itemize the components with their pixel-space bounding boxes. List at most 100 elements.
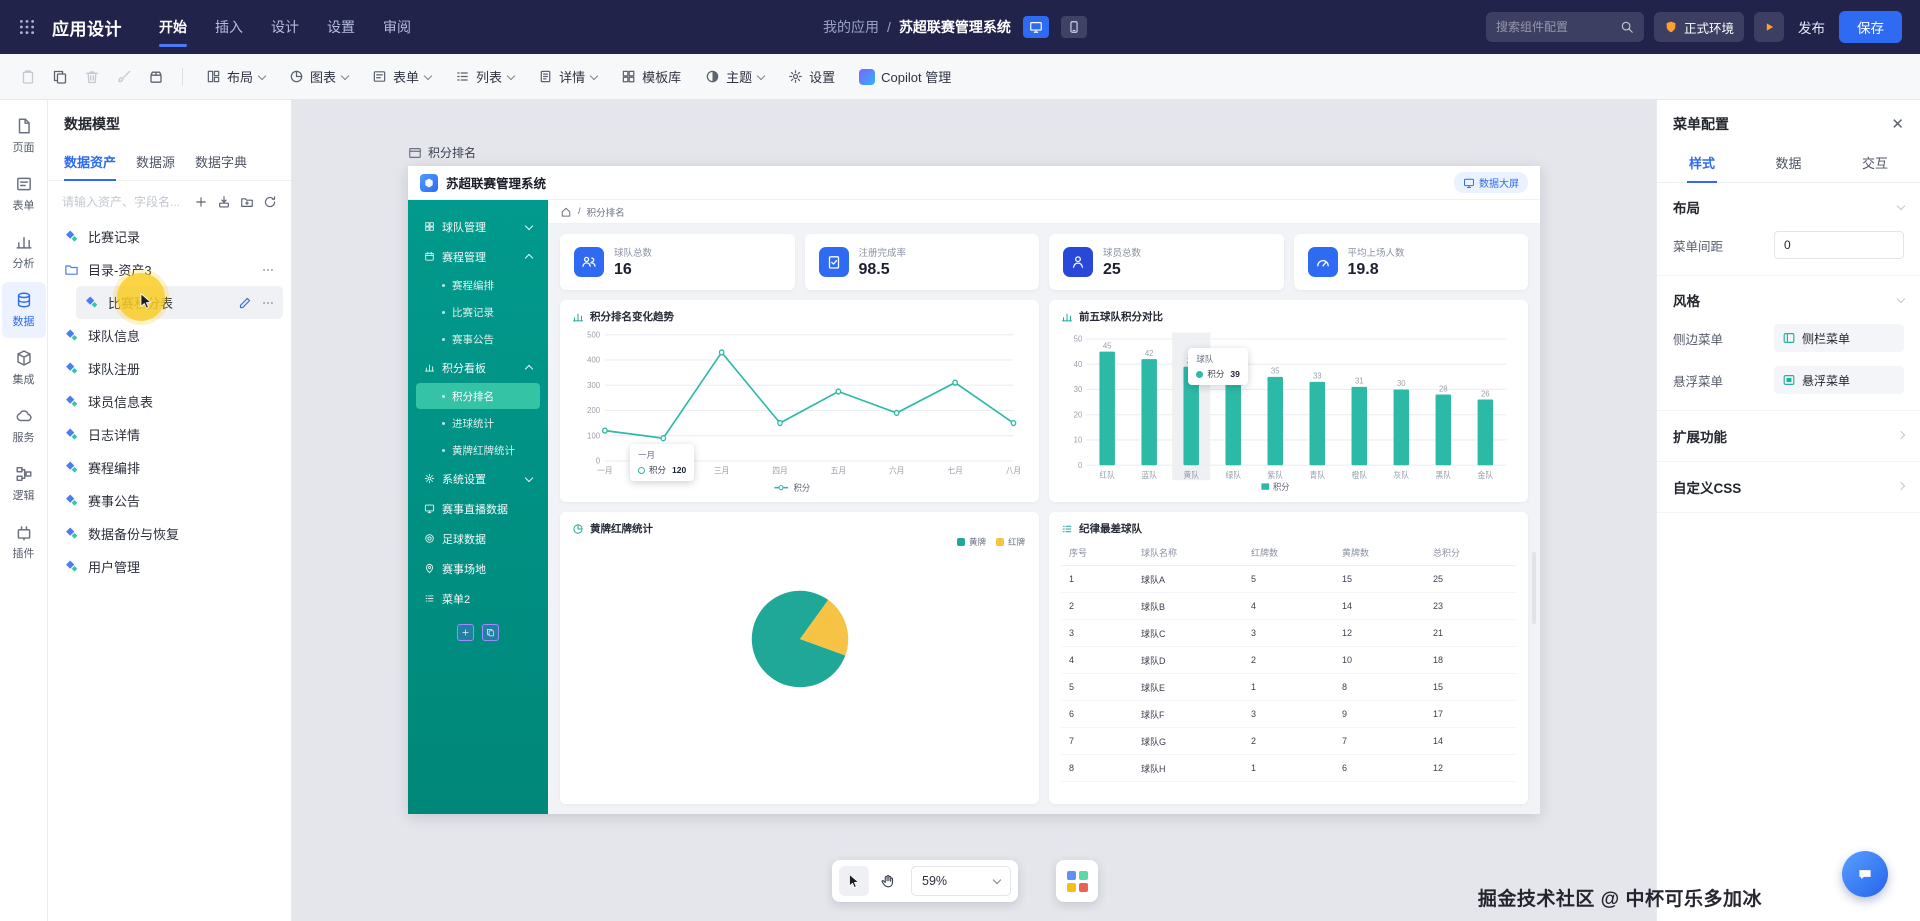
copy-button[interactable]: [46, 63, 74, 91]
table-row[interactable]: 4球队D21018: [1061, 647, 1516, 674]
add-folder-icon[interactable]: [240, 195, 254, 209]
table-row[interactable]: 5球队E1815: [1061, 674, 1516, 701]
toolbar-group-1[interactable]: 图表: [278, 61, 359, 93]
page-tab[interactable]: 积分排名: [408, 144, 476, 161]
discipline-table-card[interactable]: 纪律最差球队 序号球队名称红牌数黄牌数总积分1球队A515252球队B41423…: [1049, 512, 1528, 804]
clear-button[interactable]: [142, 63, 170, 91]
tree-item-10[interactable]: 用户管理: [56, 550, 283, 583]
app-menu-item-4[interactable]: 赛事直播数据: [416, 494, 540, 523]
toolbar-group-2[interactable]: 表单: [361, 61, 442, 93]
config-tab-0[interactable]: 样式: [1687, 144, 1717, 182]
bar-chart-card[interactable]: 前五球队积分对比 0102030405045红队42蓝队39黄队37绿队35紫队…: [1049, 300, 1528, 502]
data-screen-badge[interactable]: 数据大屏: [1454, 172, 1528, 193]
scrollbar[interactable]: [1532, 552, 1536, 624]
publish-button[interactable]: 发布: [1794, 17, 1829, 37]
rail-item-7[interactable]: 插件: [2, 514, 46, 570]
config-tab-2[interactable]: 交互: [1860, 144, 1890, 182]
toolbar-group-8[interactable]: Copilot 管理: [848, 61, 962, 93]
config-tab-1[interactable]: 数据: [1773, 144, 1803, 182]
add-asset-icon[interactable]: [194, 195, 208, 209]
topbar-menu-1[interactable]: 插入: [202, 0, 256, 54]
mobile-preview-icon[interactable]: [1067, 20, 1081, 34]
app-menu-sub-1-0[interactable]: 赛程编排: [416, 272, 540, 298]
chat-button[interactable]: [1842, 851, 1888, 897]
float-menu-select[interactable]: 悬浮菜单: [1774, 366, 1904, 394]
toolbar-group-7[interactable]: 设置: [777, 61, 846, 93]
import-asset-icon[interactable]: [217, 195, 231, 209]
app-menu-item-2[interactable]: 积分看板: [416, 353, 540, 382]
toolbar-group-4[interactable]: 详情: [527, 61, 608, 93]
tree-item-4[interactable]: 球队注册: [56, 352, 283, 385]
toolbar-group-6[interactable]: 主题: [694, 61, 775, 93]
env-badge[interactable]: 正式环境: [1654, 12, 1744, 42]
format-brush-button[interactable]: [110, 63, 138, 91]
app-sidebar-menu[interactable]: 球队管理赛程管理赛程编排比赛记录赛事公告积分看板积分排名进球统计黄牌红牌统计系统…: [408, 200, 548, 814]
extensions-link[interactable]: 扩展功能: [1657, 411, 1920, 462]
my-apps-link[interactable]: 我的应用: [823, 17, 879, 37]
table-row[interactable]: 1球队A51525: [1061, 566, 1516, 593]
tree-item-2[interactable]: 比赛积分表: [76, 286, 283, 319]
app-menu-item-7[interactable]: 菜单2: [416, 584, 540, 613]
topbar-menu-0[interactable]: 开始: [146, 0, 200, 54]
app-menu-sub-2-2[interactable]: 黄牌红牌统计: [416, 437, 540, 463]
stat-card-1[interactable]: 注册完成率98.5: [805, 234, 1040, 290]
custom-css-link[interactable]: 自定义CSS: [1657, 462, 1920, 513]
toolbar-group-3[interactable]: 列表: [444, 61, 525, 93]
tree-item-1[interactable]: 目录-资产3: [56, 253, 283, 286]
legend-item[interactable]: 红牌: [996, 536, 1025, 548]
edit-button[interactable]: [238, 296, 252, 310]
app-menu-sub-1-1[interactable]: 比赛记录: [416, 299, 540, 325]
tree-item-9[interactable]: 数据备份与恢复: [56, 517, 283, 550]
tree-item-8[interactable]: 赛事公告: [56, 484, 283, 517]
rail-item-0[interactable]: 页面: [2, 108, 46, 164]
table-row[interactable]: 3球队C31221: [1061, 620, 1516, 647]
layout-section-header[interactable]: 布局: [1673, 197, 1904, 217]
close-icon[interactable]: ✕: [1891, 115, 1904, 133]
model-tab-1[interactable]: 数据源: [136, 144, 175, 180]
refresh-icon[interactable]: [263, 195, 277, 209]
style-section-header[interactable]: 风格: [1673, 290, 1904, 310]
menu-gap-input[interactable]: 0: [1774, 231, 1904, 259]
apps-grid-icon[interactable]: [18, 18, 36, 36]
copy-component-button[interactable]: [482, 624, 499, 641]
rail-item-1[interactable]: 表单: [2, 166, 46, 222]
more-button[interactable]: [261, 263, 275, 277]
topbar-menu-4[interactable]: 审阅: [370, 0, 424, 54]
line-chart-card[interactable]: 积分排名变化趋势 0100200300400500一月二月三月四月五月六月七月八…: [560, 300, 1039, 502]
table-row[interactable]: 2球队B41423: [1061, 593, 1516, 620]
app-menu-sub-2-1[interactable]: 进球统计: [416, 410, 540, 436]
tree-item-0[interactable]: 比赛记录: [56, 220, 283, 253]
model-tab-2[interactable]: 数据字典: [195, 144, 247, 180]
search-icon[interactable]: [1620, 20, 1634, 34]
side-menu-select[interactable]: 侧栏菜单: [1774, 324, 1904, 352]
rail-item-2[interactable]: 分析: [2, 224, 46, 280]
add-component-button[interactable]: [457, 624, 474, 641]
pan-tool-button[interactable]: [873, 866, 903, 896]
screen-preview-icon[interactable]: [1029, 20, 1043, 34]
toolbar-group-0[interactable]: 布局: [195, 61, 276, 93]
zoom-select[interactable]: 59%: [911, 866, 1011, 896]
app-menu-item-0[interactable]: 球队管理: [416, 212, 540, 241]
app-menu-item-6[interactable]: 赛事场地: [416, 554, 540, 583]
app-menu-sub-1-2[interactable]: 赛事公告: [416, 326, 540, 352]
tree-item-3[interactable]: 球队信息: [56, 319, 283, 352]
topbar-menu-2[interactable]: 设计: [258, 0, 312, 54]
legend-item[interactable]: 黄牌: [957, 536, 986, 548]
home-icon[interactable]: [560, 206, 572, 218]
run-button[interactable]: [1754, 12, 1784, 42]
stat-card-0[interactable]: 球队总数16: [560, 234, 795, 290]
tree-item-6[interactable]: 日志详情: [56, 418, 283, 451]
stat-card-3[interactable]: 平均上场人数19.8: [1294, 234, 1529, 290]
rail-item-5[interactable]: 服务: [2, 398, 46, 454]
pie-chart-card[interactable]: 黄牌红牌统计 黄牌红牌: [560, 512, 1039, 804]
design-canvas[interactable]: 积分排名 苏超联赛管理系统 数据大屏 球队管理赛程管理赛程编排比赛记录赛事公告积…: [292, 100, 1656, 921]
toolbar-group-5[interactable]: 模板库: [610, 61, 692, 93]
tree-item-5[interactable]: 球员信息表: [56, 385, 283, 418]
save-button[interactable]: 保存: [1839, 11, 1902, 43]
app-menu-item-1[interactable]: 赛程管理: [416, 242, 540, 271]
table-row[interactable]: 6球队F3917: [1061, 701, 1516, 728]
rail-item-3[interactable]: 数据: [2, 282, 46, 338]
tree-item-7[interactable]: 赛程编排: [56, 451, 283, 484]
model-tab-0[interactable]: 数据资产: [64, 144, 116, 180]
stat-card-2[interactable]: 球员总数25: [1049, 234, 1284, 290]
